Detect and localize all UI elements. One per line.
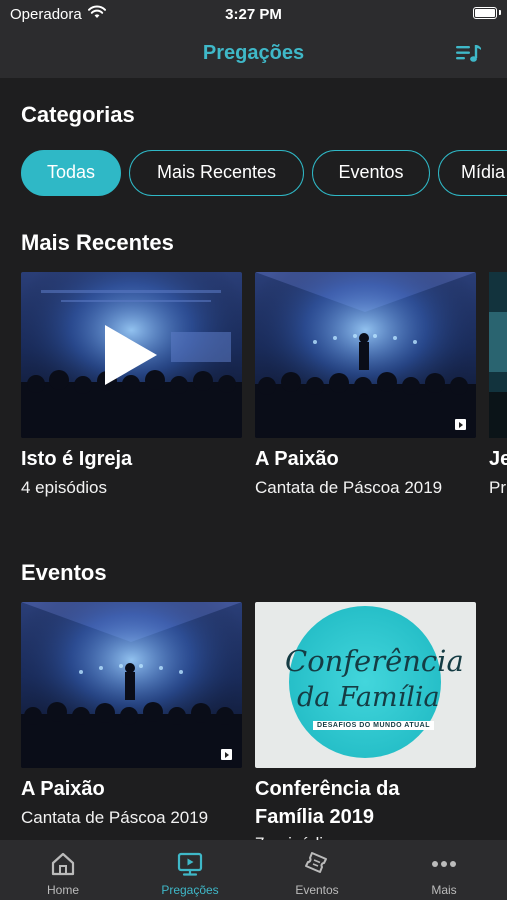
tab-label: Mais <box>431 883 457 897</box>
chip-midia[interactable]: Mídia <box>438 150 507 196</box>
card-title-line2: Família 2019 <box>255 806 374 828</box>
tab-label: Home <box>46 883 79 897</box>
card-title-line1: Conferência da <box>255 778 400 800</box>
conference-art-tagline: DESAFIOS DO MUNDO ATUAL <box>313 721 434 730</box>
tab-bar: Home Pregações Eventos Mais <box>0 840 507 900</box>
thumbnail-cantata-stage <box>21 602 242 768</box>
page-title: Pregações <box>202 42 305 64</box>
chip-mais-recentes[interactable]: Mais Recentes <box>129 150 304 196</box>
video-badge-icon <box>221 749 232 760</box>
thumbnail-cantata-stage <box>255 272 476 438</box>
tab-label: Eventos <box>295 883 339 897</box>
thumbnail-partial <box>489 272 507 438</box>
card-subtitle: Pr <box>489 478 506 497</box>
recent-card-a-paixao[interactable]: A Paixão Cantata de Páscoa 2019 <box>255 272 476 502</box>
tab-eventos[interactable]: Eventos <box>254 840 380 900</box>
ticket-icon <box>305 852 327 873</box>
battery-icon <box>473 7 497 19</box>
thumbnail-worship-stage <box>21 272 242 438</box>
card-title: A Paixão <box>21 778 105 800</box>
battery-tip <box>499 10 501 15</box>
card-subtitle: Cantata de Páscoa 2019 <box>21 808 209 827</box>
home-icon <box>51 852 75 876</box>
card-title: Isto é Igreja <box>21 448 133 470</box>
recent-section-title: Mais Recentes <box>21 230 174 255</box>
tab-home[interactable]: Home <box>0 840 126 900</box>
categories-title: Categorias <box>21 102 135 127</box>
card-subtitle: Cantata de Páscoa 2019 <box>255 478 443 497</box>
playlist-icon[interactable] <box>455 42 483 66</box>
card-title: A Paixão <box>255 448 339 470</box>
tab-pregacoes[interactable]: Pregações <box>127 840 253 900</box>
recent-card-partial[interactable]: Je Pr <box>489 272 507 502</box>
chip-todas[interactable]: Todas <box>21 150 121 196</box>
event-card-a-paixao[interactable]: A Paixão Cantata de Páscoa 2019 <box>21 602 242 838</box>
monitor-play-icon <box>177 852 203 876</box>
category-chips: Todas Mais Recentes Eventos Mídia <box>0 150 507 198</box>
events-section-title: Eventos <box>21 560 107 585</box>
card-subtitle: 4 episódios <box>21 478 108 497</box>
conference-art-line2: da Família <box>297 682 440 713</box>
video-badge-icon <box>455 419 466 430</box>
navigation-bar: Pregações <box>0 30 507 78</box>
event-card-conferencia[interactable]: Conferência da Família DESAFIOS DO MUNDO… <box>255 602 476 853</box>
chip-eventos[interactable]: Eventos <box>312 150 430 196</box>
thumbnail-conferencia: Conferência da Família DESAFIOS DO MUNDO… <box>255 602 476 768</box>
more-dots-icon <box>432 861 456 867</box>
conference-art-line1: Conferência <box>285 644 464 678</box>
recent-card-isto-e-igreja[interactable]: Isto é Igreja 4 episódios <box>21 272 242 502</box>
tab-label: Pregações <box>161 883 219 897</box>
clock: 3:27 PM <box>225 6 282 23</box>
tab-mais[interactable]: Mais <box>381 840 507 900</box>
card-title: Je <box>489 448 507 470</box>
status-bar: Operadora 3:27 PM <box>0 0 507 30</box>
